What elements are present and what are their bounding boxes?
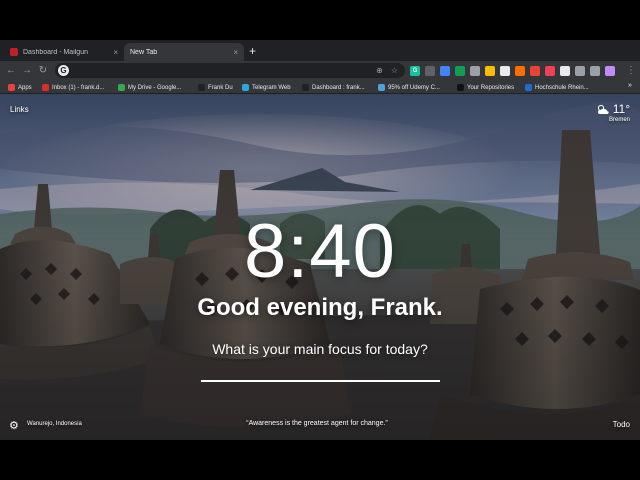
shield-icon[interactable] [500, 66, 510, 76]
reader-icon[interactable] [470, 66, 480, 76]
telegram-icon [242, 84, 249, 91]
github-icon [457, 84, 464, 91]
mailgun-icon [10, 48, 18, 56]
bookmark-item[interactable]: Inbox (1) - frank.d... [42, 82, 114, 93]
bookmark-label: Apps [18, 84, 32, 91]
bookmark-label: Telegram Web [252, 84, 291, 91]
green-dot-icon[interactable] [455, 66, 465, 76]
new-tab-page: Links 11° Bremen 8:40 Good evening, Fran… [0, 94, 640, 440]
greeting: Good evening, Frank. [197, 294, 443, 321]
browser-chrome: Dashboard - Mailgun × New Tab × + ← → ↻ … [0, 40, 640, 94]
bookmark-label: My Drive - Google... [128, 84, 182, 91]
bookmark-star-icon[interactable]: ☆ [389, 65, 400, 76]
gmail-icon [42, 84, 49, 91]
bookmark-label: Inbox (1) - frank.d... [52, 84, 105, 91]
bookmark-label: 95% off Udemy C... [388, 84, 440, 91]
bookmark-label: Hochschule Rhein... [535, 84, 589, 91]
puzzle-icon[interactable] [590, 66, 600, 76]
close-tab-icon[interactable]: × [233, 48, 238, 57]
bookmark-item[interactable]: Dashboard : frank... [302, 82, 374, 93]
tab-label: Dashboard - Mailgun [23, 48, 88, 56]
weather-temperature: 11° [612, 102, 630, 116]
address-bar[interactable]: G ⊕ ☆ [55, 63, 405, 78]
links-button[interactable]: Links [10, 105, 29, 114]
google-icon: G [58, 65, 69, 76]
toolbar: ← → ↻ G ⊕ ☆ G ⋮ [0, 61, 640, 81]
menu-icon[interactable]: ⋮ [624, 64, 638, 78]
bookmark-label: Frank Du [208, 84, 233, 91]
drive-icon [118, 84, 125, 91]
bookmark-item[interactable]: Telegram Web [242, 82, 298, 93]
flame-icon[interactable] [515, 66, 525, 76]
new-tab-button[interactable]: + [249, 44, 256, 58]
back-icon[interactable]: ← [4, 64, 18, 78]
circle-icon[interactable] [575, 66, 585, 76]
todo-button[interactable]: Todo [613, 420, 630, 429]
pocket-icon[interactable] [545, 66, 555, 76]
focus-prompt: What is your main focus for today? [212, 341, 428, 357]
daily-quote: “Awareness is the greatest agent for cha… [246, 420, 388, 427]
clock: 8:40 [244, 209, 396, 294]
extension-icon[interactable] [425, 66, 435, 76]
lite-icon[interactable] [440, 66, 450, 76]
more-bookmarks-icon[interactable]: » [628, 82, 632, 89]
grammarly-icon[interactable]: G [410, 66, 420, 76]
avatar-icon[interactable] [605, 66, 615, 76]
flag-icon[interactable] [560, 66, 570, 76]
red-icon[interactable] [530, 66, 540, 76]
location-target-icon[interactable]: ⊕ [374, 65, 385, 76]
close-tab-icon[interactable]: × [113, 48, 118, 57]
weather-widget[interactable]: 11° Bremen [596, 102, 630, 123]
tab-label: New Tab [130, 48, 158, 56]
address-input[interactable] [73, 64, 373, 77]
bookmark-icon [198, 84, 205, 91]
bookmark-item[interactable]: My Drive - Google... [118, 82, 194, 93]
tab-mailgun-dashboard[interactable]: Dashboard - Mailgun × [4, 43, 124, 61]
reload-icon[interactable]: ↻ [36, 64, 50, 78]
bookmarks-bar: » Apps Inbox (1) - frank.d... My Drive - G… [0, 81, 640, 94]
dashboard-icon [302, 84, 309, 91]
partly-cloudy-icon [597, 104, 609, 114]
sb-icon[interactable] [485, 66, 495, 76]
school-icon [525, 84, 532, 91]
bookmark-item[interactable]: Frank Du [198, 82, 238, 93]
apps-grid-icon [8, 84, 15, 91]
bookmark-item[interactable]: Apps [8, 82, 38, 93]
weather-city: Bremen [608, 117, 630, 123]
screen: Dashboard - Mailgun × New Tab × + ← → ↻ … [0, 0, 640, 480]
tab-new-tab[interactable]: New Tab × [124, 43, 244, 61]
bookmark-item[interactable]: Your Repositories [457, 82, 521, 93]
focus-input[interactable] [201, 360, 440, 382]
bookmark-label: Dashboard : frank... [312, 84, 365, 91]
forward-icon[interactable]: → [20, 64, 34, 78]
udemy-icon [378, 84, 385, 91]
bookmark-item[interactable]: Hochschule Rhein... [525, 82, 615, 93]
bookmark-item[interactable]: 95% off Udemy C... [378, 82, 454, 93]
tab-strip: Dashboard - Mailgun × New Tab × + [0, 40, 640, 61]
bookmark-label: Your Repositories [467, 84, 515, 91]
